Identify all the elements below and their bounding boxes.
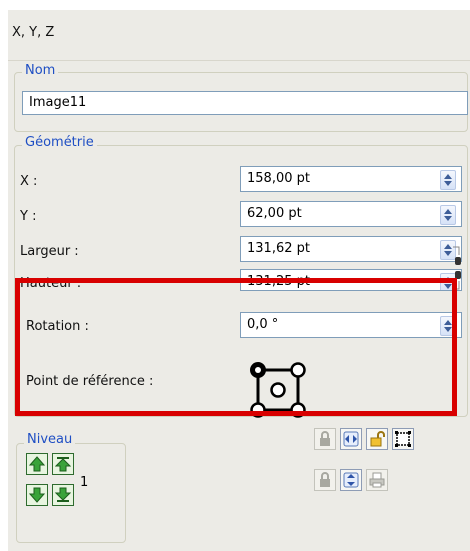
- flip-vertical-icon: [343, 472, 359, 488]
- fit-frame-button[interactable]: [392, 428, 414, 450]
- raise-button[interactable]: [26, 453, 48, 475]
- fit-frame-icon: [395, 431, 411, 447]
- width-label: Largeur :: [20, 244, 79, 259]
- lower-icon: [29, 487, 45, 503]
- raise-to-top-button[interactable]: [52, 453, 74, 475]
- name-field-value: Image11: [29, 95, 87, 110]
- section-title: X, Y, Z: [12, 25, 55, 40]
- printer-icon: [369, 472, 385, 488]
- x-input[interactable]: 158,00 pt: [240, 166, 462, 192]
- unlock-button[interactable]: [366, 428, 388, 450]
- y-spin-button[interactable]: [440, 205, 456, 225]
- lower-to-bottom-button[interactable]: [52, 484, 74, 506]
- raise-icon: [29, 456, 45, 472]
- flip-horizontal-icon: [343, 431, 359, 447]
- width-input[interactable]: 131,62 pt: [240, 236, 462, 262]
- properties-panel: X, Y, Z Nom Image11 Géométrie X : 158,00…: [8, 10, 470, 551]
- level-value: 1: [80, 475, 89, 490]
- lower-to-bottom-icon: [55, 487, 71, 502]
- unlock-disabled-button[interactable]: [314, 469, 336, 491]
- width-value: 131,62 pt: [247, 241, 310, 256]
- level-legend: Niveau: [24, 432, 76, 447]
- print-button[interactable]: [366, 469, 388, 491]
- flip-vertical-button[interactable]: [340, 469, 362, 491]
- lock-button[interactable]: [314, 428, 336, 450]
- y-input[interactable]: 62,00 pt: [240, 201, 462, 227]
- geometry-legend: Géométrie: [22, 135, 97, 150]
- name-field[interactable]: Image11: [22, 91, 468, 115]
- x-value: 158,00 pt: [247, 171, 310, 186]
- lower-button[interactable]: [26, 484, 48, 506]
- y-value: 62,00 pt: [247, 206, 302, 221]
- x-label: X :: [20, 174, 38, 189]
- raise-to-top-icon: [55, 457, 71, 472]
- unlock-icon: [370, 431, 385, 447]
- lock-icon: [320, 472, 330, 487]
- y-label: Y :: [20, 209, 37, 224]
- lock-icon: [320, 431, 330, 446]
- name-legend: Nom: [22, 63, 59, 78]
- section-header[interactable]: X, Y, Z: [8, 10, 470, 61]
- flip-horizontal-button[interactable]: [340, 428, 362, 450]
- x-spin-button[interactable]: [440, 170, 456, 190]
- highlight-box: [15, 278, 457, 416]
